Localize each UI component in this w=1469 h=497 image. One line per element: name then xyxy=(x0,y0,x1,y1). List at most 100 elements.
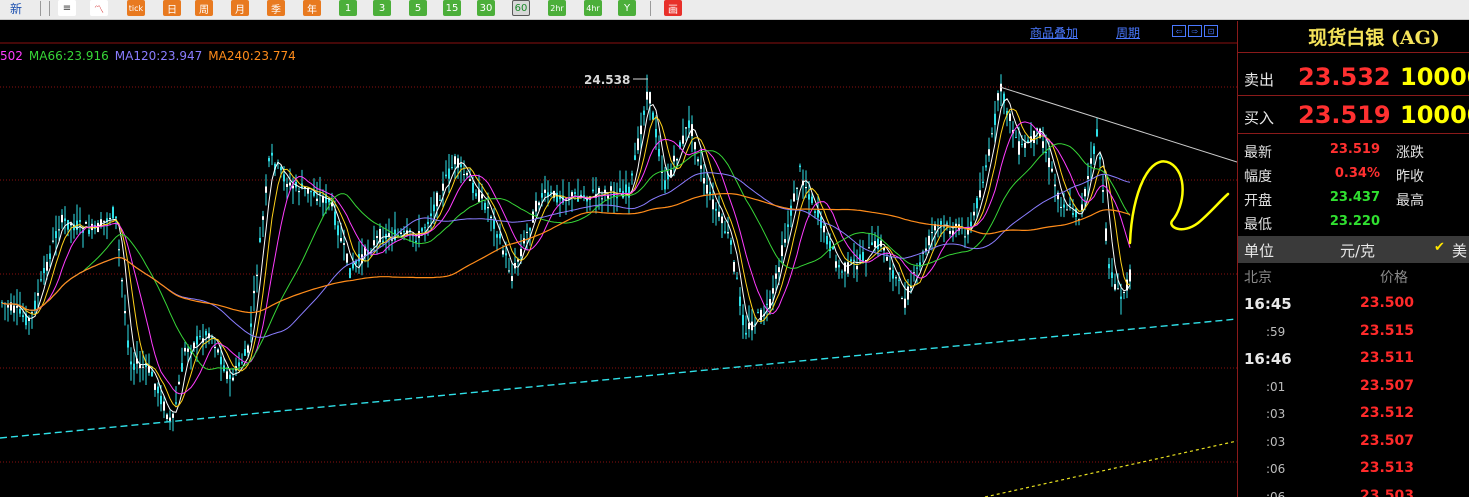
sell-quote-row[interactable]: 卖出 23.532 10000 xyxy=(1238,59,1469,96)
min3-button[interactable]: 3 xyxy=(373,0,391,16)
candle-body xyxy=(784,239,786,243)
currency-toggle[interactable]: 美 xyxy=(1452,240,1467,261)
unit-value: 元/克 xyxy=(1340,242,1376,260)
candle-body xyxy=(265,186,267,193)
candle-body xyxy=(502,250,504,255)
fit-view-icon[interactable]: ⊡ xyxy=(1204,25,1218,37)
candle-body xyxy=(115,216,117,219)
candle-body xyxy=(286,183,288,187)
monthly-button[interactable]: 月 xyxy=(231,0,249,16)
candle-body xyxy=(91,223,93,231)
candle-body xyxy=(22,315,24,318)
weekly-button[interactable]: 周 xyxy=(195,0,213,16)
tick-price: 23.500 xyxy=(1360,295,1415,311)
buy-volume: 10000 xyxy=(1400,101,1469,129)
min1-button[interactable]: 1 xyxy=(339,0,357,16)
candle-body xyxy=(34,300,36,310)
candle-body xyxy=(427,221,429,225)
candle-body xyxy=(313,192,315,196)
candle-body xyxy=(685,127,687,129)
candle-body xyxy=(730,240,732,245)
candle-body xyxy=(262,216,264,220)
buy-quote-row[interactable]: 买入 23.519 10000 xyxy=(1238,97,1469,134)
candle-body xyxy=(247,345,249,353)
candle-body xyxy=(835,261,837,268)
tick-price: 23.511 xyxy=(1360,350,1415,366)
toolbar-separator xyxy=(49,1,50,16)
candle-body xyxy=(499,233,501,239)
sell-label: 卖出 xyxy=(1244,71,1275,89)
stat-value: 23.519 xyxy=(1329,142,1380,157)
quote-panel: 现货白银 (AG) 卖出 23.532 10000 买入 23.519 1000… xyxy=(1237,21,1469,497)
candle-body xyxy=(1087,176,1089,180)
scroll-left-icon[interactable]: ⇦ xyxy=(1172,25,1186,37)
candle-body xyxy=(133,363,135,370)
candle-body xyxy=(982,181,984,183)
candle-body xyxy=(13,305,15,313)
tick-time: 16:46 xyxy=(1244,350,1292,368)
candle-body xyxy=(940,221,942,225)
quarterly-button[interactable]: 季 xyxy=(267,0,285,16)
candle-body xyxy=(253,290,255,294)
new-button[interactable]: 新 xyxy=(10,0,22,16)
candle-body xyxy=(1129,269,1131,282)
candle-body xyxy=(421,228,423,232)
daily-button[interactable]: 日 xyxy=(163,0,181,16)
min15-button[interactable]: 15 xyxy=(443,0,461,16)
candle-body xyxy=(1120,296,1122,299)
candle-body xyxy=(109,217,111,220)
hr2-button[interactable]: 2hr xyxy=(548,0,566,16)
min5-button[interactable]: 5 xyxy=(409,0,427,16)
candle-body xyxy=(826,235,828,245)
candle-body xyxy=(424,227,426,229)
draw-button[interactable]: 画 xyxy=(664,0,682,16)
chart-canvas[interactable] xyxy=(0,21,1237,497)
tick-row: :06 23.503 xyxy=(1238,484,1469,497)
tick-time: :03 xyxy=(1266,407,1286,421)
hr4-button[interactable]: 4hr xyxy=(584,0,602,16)
candle-body xyxy=(853,259,855,261)
min30-button[interactable]: 30 xyxy=(477,0,495,16)
candle-body xyxy=(508,270,510,272)
min60-button[interactable]: 60 xyxy=(512,0,530,16)
candle-body xyxy=(1024,142,1026,148)
peak-price-label: 24.538 xyxy=(584,73,631,87)
candle-body xyxy=(61,214,63,223)
period-link[interactable]: 周期 xyxy=(1116,24,1140,41)
city-label: 北京 xyxy=(1244,270,1272,286)
tick-row: :03 23.512 xyxy=(1238,401,1469,428)
year-button[interactable]: Y xyxy=(618,0,636,16)
overlay-link[interactable]: 商品叠加 xyxy=(1030,24,1078,41)
candle-body xyxy=(694,142,696,150)
candle-body xyxy=(757,312,759,314)
candle-body xyxy=(490,216,492,219)
candle-body xyxy=(49,253,51,260)
stat-row: 最新 23.519 涨跌 xyxy=(1238,139,1469,163)
candle-body xyxy=(796,187,798,189)
candle-body xyxy=(976,198,978,209)
candle-body xyxy=(1084,188,1086,197)
grid-view-button[interactable]: ≡ xyxy=(58,0,76,16)
ma-line xyxy=(1,121,1131,395)
candle-body xyxy=(1069,203,1071,205)
tick-button[interactable]: tick xyxy=(127,0,145,16)
candle-body xyxy=(199,335,201,337)
candle-body xyxy=(844,262,846,272)
candle-body xyxy=(118,249,120,251)
candle-body xyxy=(451,167,453,169)
trend-view-button[interactable]: 〽 xyxy=(90,0,108,16)
sell-price: 23.532 xyxy=(1298,63,1391,91)
candle-body xyxy=(946,222,948,224)
price-chart[interactable]: 502 MA66:23.916 MA120:23.947 MA240:23.774 2… xyxy=(0,21,1237,497)
scroll-right-icon[interactable]: ⇨ xyxy=(1188,25,1202,37)
stat-label: 最新 xyxy=(1244,145,1272,161)
candle-body xyxy=(46,261,48,271)
candle-body xyxy=(970,221,972,227)
yearly-button[interactable]: 年 xyxy=(303,0,321,16)
candle-body xyxy=(271,152,273,156)
candle-body xyxy=(436,192,438,207)
candle-body xyxy=(1015,137,1017,139)
sell-volume: 10000 xyxy=(1400,63,1469,91)
check-icon[interactable]: ✔ xyxy=(1434,240,1445,255)
ma-legend-item: MA66:23.916 xyxy=(28,49,109,63)
